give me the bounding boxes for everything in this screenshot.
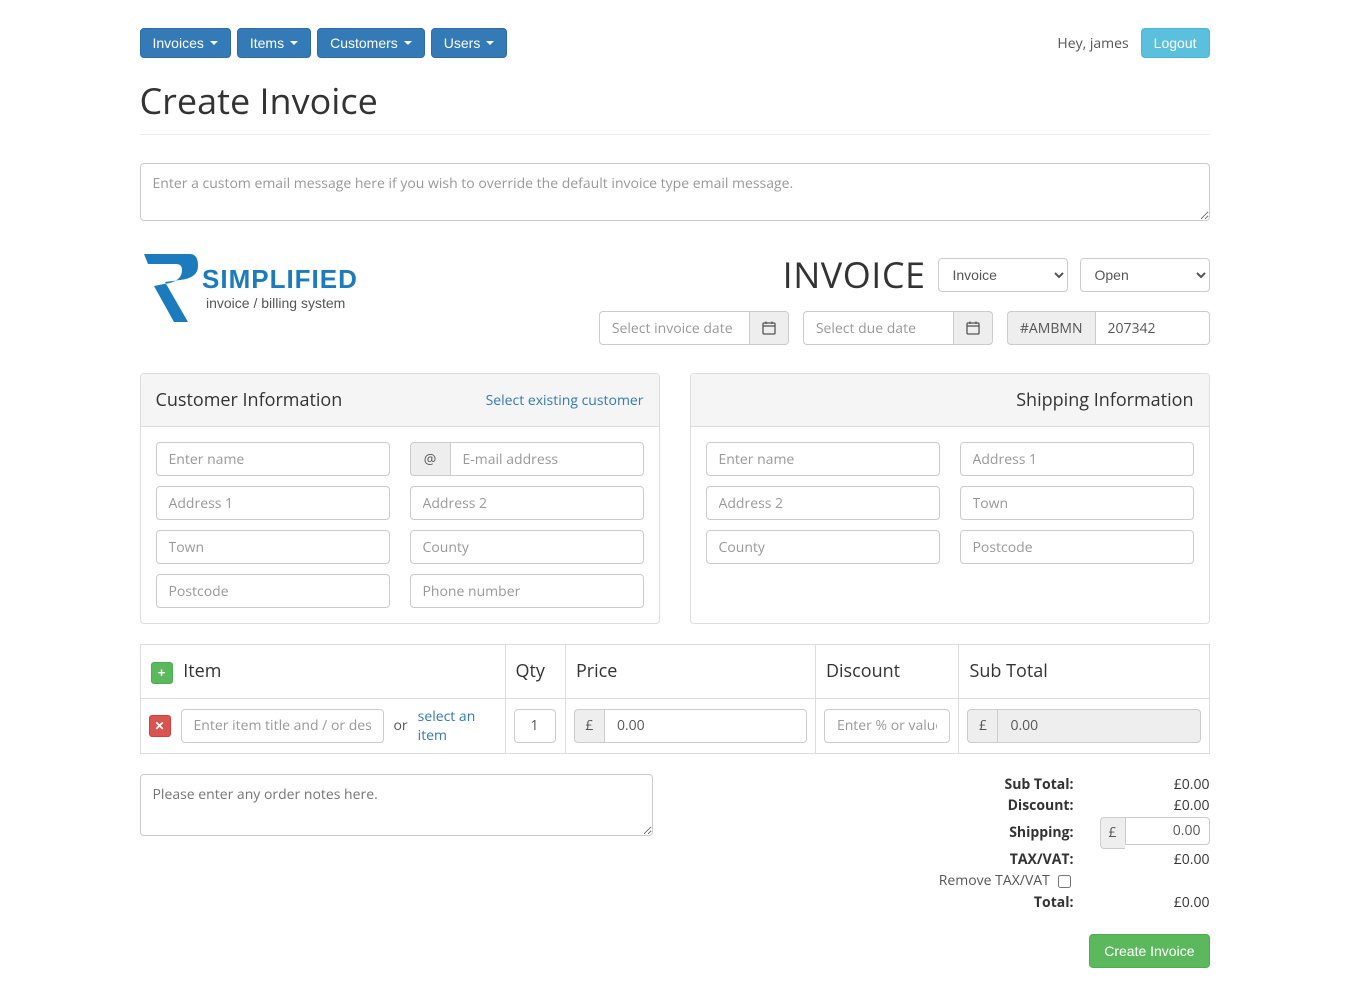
item-title-input[interactable] xyxy=(181,709,384,743)
shipping-panel-title: Shipping Information xyxy=(1016,388,1193,412)
greeting: Hey, james xyxy=(1057,34,1128,53)
nav-users[interactable]: Users xyxy=(431,28,508,58)
shipping-address1-input[interactable] xyxy=(960,442,1194,476)
qty-header: Qty xyxy=(505,645,565,699)
email-message-input[interactable] xyxy=(140,163,1210,221)
currency-icon: £ xyxy=(967,709,997,743)
create-invoice-button[interactable]: Create Invoice xyxy=(1089,934,1209,968)
at-icon: @ xyxy=(410,442,450,476)
price-header: Price xyxy=(565,645,815,699)
shipping-address2-input[interactable] xyxy=(706,486,940,520)
remove-item-button[interactable]: ✕ xyxy=(149,715,171,737)
invoice-number-input[interactable] xyxy=(1095,311,1210,345)
price-input[interactable] xyxy=(604,709,807,743)
remove-tax-label: Remove TAX/VAT xyxy=(939,871,1050,890)
currency-icon: £ xyxy=(574,709,604,743)
order-notes-input[interactable] xyxy=(140,774,654,836)
discount-input[interactable] xyxy=(824,709,951,743)
nav-customers[interactable]: Customers xyxy=(317,28,425,58)
subtotal-value: £0.00 xyxy=(1080,774,1210,796)
customer-panel: Customer Information Select existing cus… xyxy=(140,373,660,624)
remove-tax-checkbox[interactable] xyxy=(1058,875,1071,888)
or-text: or xyxy=(394,716,408,735)
subtotal-header: Sub Total xyxy=(959,645,1209,699)
tax-value: £0.00 xyxy=(1080,849,1210,871)
total-value: £0.00 xyxy=(1080,892,1210,914)
discount-label: Discount: xyxy=(683,795,1079,817)
nav-items[interactable]: Items xyxy=(237,28,311,58)
caret-icon xyxy=(404,41,412,45)
logo: SIMPLIFIED invoice / billing system xyxy=(140,250,380,345)
invoice-prefix: #AMBMN xyxy=(1007,311,1095,345)
customer-email-input[interactable] xyxy=(450,442,644,476)
table-row: ✕ or select an item £ £ xyxy=(140,698,1209,753)
caret-icon xyxy=(210,41,218,45)
shipping-county-input[interactable] xyxy=(706,530,940,564)
logout-button[interactable]: Logout xyxy=(1141,28,1210,58)
customer-panel-title: Customer Information xyxy=(156,388,343,412)
caret-icon xyxy=(290,41,298,45)
due-date-input[interactable] xyxy=(803,311,953,345)
invoice-type-select[interactable]: Invoice xyxy=(938,258,1068,292)
invoice-date-input[interactable] xyxy=(599,311,749,345)
shipping-postcode-input[interactable] xyxy=(960,530,1194,564)
shipping-name-input[interactable] xyxy=(706,442,940,476)
customer-name-input[interactable] xyxy=(156,442,390,476)
invoice-status-select[interactable]: Open xyxy=(1080,258,1210,292)
customer-address2-input[interactable] xyxy=(410,486,644,520)
select-existing-customer-link[interactable]: Select existing customer xyxy=(486,391,644,410)
subtotal-label: Sub Total: xyxy=(683,774,1079,796)
customer-county-input[interactable] xyxy=(410,530,644,564)
discount-value: £0.00 xyxy=(1080,795,1210,817)
shipping-amount-input[interactable] xyxy=(1125,817,1210,845)
discount-header: Discount xyxy=(815,645,959,699)
svg-text:SIMPLIFIED: SIMPLIFIED xyxy=(202,264,358,294)
items-table: + Item Qty Price Discount Sub Total ✕ or… xyxy=(140,644,1210,754)
svg-text:invoice / billing system: invoice / billing system xyxy=(206,295,345,311)
line-subtotal xyxy=(997,709,1200,743)
shipping-panel: Shipping Information xyxy=(690,373,1210,624)
tax-label: TAX/VAT: xyxy=(683,849,1079,871)
customer-town-input[interactable] xyxy=(156,530,390,564)
calendar-icon[interactable] xyxy=(953,311,993,345)
calendar-icon[interactable] xyxy=(749,311,789,345)
total-label: Total: xyxy=(683,892,1079,914)
nav-invoices[interactable]: Invoices xyxy=(140,28,231,58)
customer-postcode-input[interactable] xyxy=(156,574,390,608)
invoice-heading: INVOICE xyxy=(783,250,926,299)
currency-icon: £ xyxy=(1100,817,1125,849)
select-item-link[interactable]: select an item xyxy=(418,707,497,745)
caret-icon xyxy=(486,41,494,45)
shipping-label: Shipping: xyxy=(683,822,1079,844)
qty-input[interactable] xyxy=(514,709,556,743)
customer-address1-input[interactable] xyxy=(156,486,390,520)
add-item-button[interactable]: + xyxy=(151,662,173,684)
customer-phone-input[interactable] xyxy=(410,574,644,608)
item-header: Item xyxy=(183,659,221,683)
shipping-town-input[interactable] xyxy=(960,486,1194,520)
page-title: Create Invoice xyxy=(140,76,1210,135)
